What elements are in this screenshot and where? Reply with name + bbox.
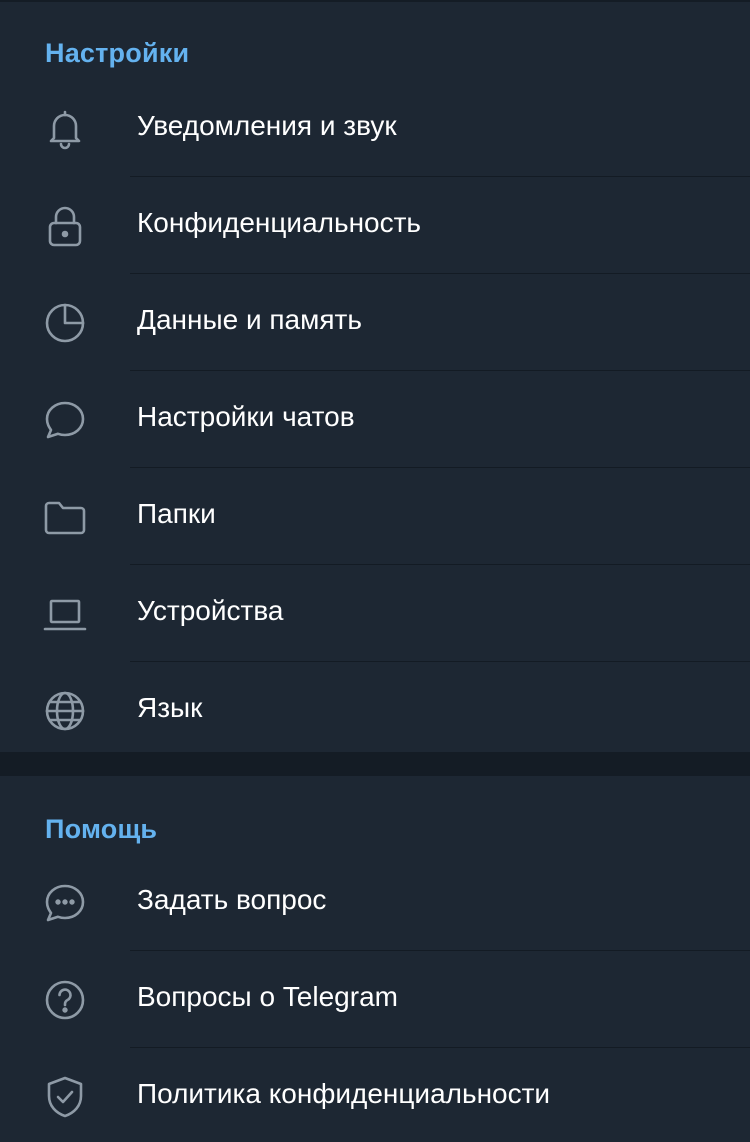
pie-chart-icon (40, 298, 90, 348)
help-item-privacy-policy[interactable]: Политика конфиденциальности (0, 1048, 750, 1142)
settings-item-label: Уведомления и звук (137, 110, 397, 141)
globe-icon (40, 686, 90, 736)
settings-item-notifications[interactable]: Уведомления и звук (0, 80, 750, 177)
shield-check-icon (40, 1072, 90, 1122)
help-item-label: Вопросы о Telegram (137, 981, 398, 1012)
settings-section: Настройки Уведомления и звук Конфиденциа… (0, 2, 750, 752)
settings-item-devices[interactable]: Устройства (0, 565, 750, 662)
settings-item-label: Конфиденциальность (137, 207, 422, 238)
settings-item-folders[interactable]: Папки (0, 468, 750, 565)
folder-icon (40, 492, 90, 542)
section-separator (0, 752, 750, 776)
settings-item-data-storage[interactable]: Данные и память (0, 274, 750, 371)
chat-bubble-icon (40, 395, 90, 445)
bell-icon (40, 104, 90, 154)
settings-item-label: Настройки чатов (137, 401, 355, 432)
settings-item-privacy[interactable]: Конфиденциальность (0, 177, 750, 274)
chat-dots-icon (40, 878, 90, 928)
laptop-icon (40, 589, 90, 639)
settings-item-label: Папки (137, 498, 216, 529)
settings-section-title: Настройки (45, 38, 190, 68)
question-circle-icon (40, 975, 90, 1025)
settings-item-label: Устройства (137, 595, 284, 626)
help-item-ask-question[interactable]: Задать вопрос (0, 854, 750, 951)
lock-icon (40, 201, 90, 251)
settings-item-label: Язык (137, 692, 203, 723)
settings-item-label: Данные и память (137, 304, 362, 335)
settings-item-language[interactable]: Язык (0, 662, 750, 759)
help-item-telegram-faq[interactable]: Вопросы о Telegram (0, 951, 750, 1048)
help-section-title: Помощь (45, 814, 158, 844)
help-section: Помощь Задать вопрос Вопросы о Telegram (0, 776, 750, 1142)
settings-item-chat-settings[interactable]: Настройки чатов (0, 371, 750, 468)
help-item-label: Политика конфиденциальности (137, 1078, 551, 1109)
help-item-label: Задать вопрос (137, 884, 327, 915)
